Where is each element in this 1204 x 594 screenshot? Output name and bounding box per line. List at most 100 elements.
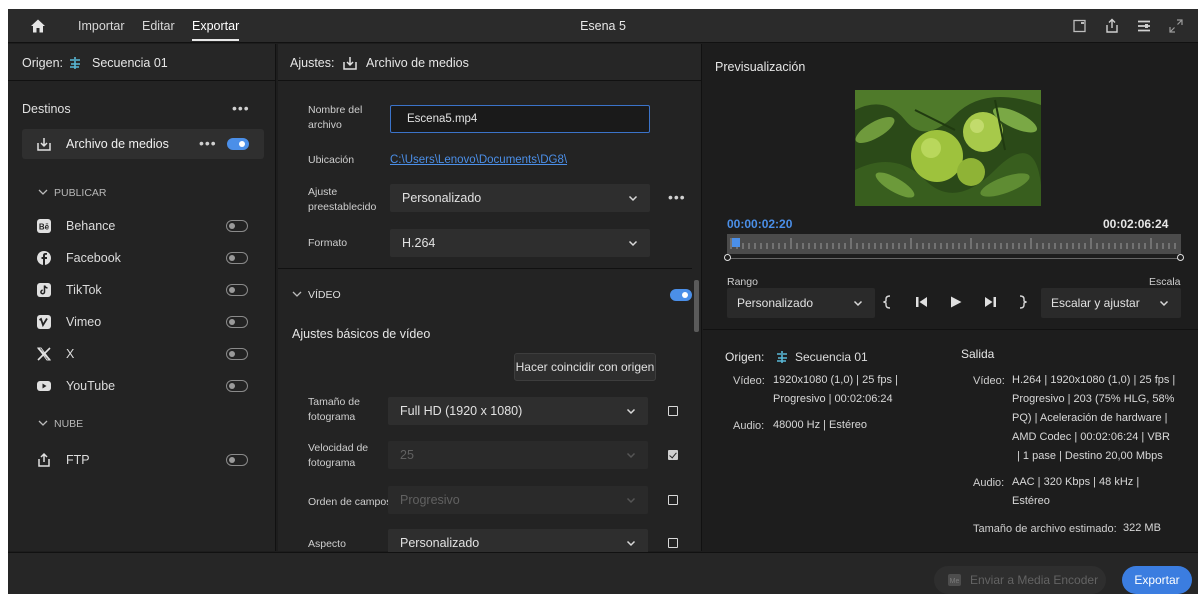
youtube-toggle[interactable] — [226, 380, 248, 392]
tiktok-toggle[interactable] — [226, 284, 248, 296]
media-encoder-button[interactable]: Me Enviar a Media Encoder — [934, 566, 1106, 594]
filename-input[interactable]: Escena5.mp4 — [390, 105, 650, 133]
video-toggle[interactable] — [670, 289, 692, 301]
preview-title: Previsualización — [715, 60, 806, 74]
step-back-icon[interactable] — [915, 295, 929, 309]
settings-scrollbar[interactable] — [694, 280, 699, 332]
nav-edit[interactable]: Editar — [142, 19, 175, 33]
destination-behance[interactable]: Bē Behance — [8, 211, 275, 241]
field-order-label: Orden de campos — [308, 496, 392, 508]
behance-label: Behance — [66, 219, 116, 233]
out-audio-line: AAC | 320 Kbps | 48 kHz | — [1012, 476, 1140, 488]
chevron-down-icon[interactable] — [292, 290, 302, 298]
x-toggle[interactable] — [226, 348, 248, 360]
publish-section-label[interactable]: PUBLICAR — [54, 187, 107, 199]
destination-tiktok[interactable]: TikTok — [8, 275, 275, 305]
media-file-toggle[interactable] — [227, 138, 249, 150]
preset-more-button[interactable]: ••• — [668, 189, 686, 205]
origin-label: Origen: — [22, 56, 63, 70]
x-label: X — [66, 347, 75, 361]
timecode-out: 00:02:06:24 — [1103, 217, 1169, 231]
mark-out-icon[interactable] — [1017, 294, 1027, 310]
format-label: Formato — [308, 237, 348, 249]
chevron-down-icon[interactable] — [38, 419, 48, 427]
frame-size-select[interactable]: Full HD (1920 x 1080) — [388, 397, 648, 425]
video-section-label[interactable]: VÍDEO — [308, 289, 341, 301]
aspect-checkbox[interactable] — [668, 538, 678, 548]
format-select[interactable]: H.264 — [390, 229, 650, 257]
home-icon[interactable] — [30, 18, 46, 34]
bottom-bar: Me Enviar a Media Encoder Exportar — [8, 552, 1198, 594]
destination-facebook[interactable]: Facebook — [8, 243, 275, 273]
chevron-down-icon — [626, 452, 636, 459]
destination-youtube[interactable]: YouTube — [8, 371, 275, 401]
media-file-destination[interactable]: Archivo de medios ••• — [22, 129, 264, 159]
scale-select[interactable]: Escalar y ajustar — [1041, 288, 1181, 318]
destination-vimeo[interactable]: Vimeo — [8, 307, 275, 337]
svg-text:Me: Me — [950, 578, 960, 585]
quick-export-icon[interactable] — [1072, 18, 1088, 34]
chevron-down-icon[interactable] — [38, 188, 48, 196]
chevron-down-icon — [1159, 300, 1169, 307]
cloud-section-label[interactable]: NUBE — [54, 418, 83, 430]
vimeo-label: Vimeo — [66, 315, 102, 329]
destinations-more-button[interactable]: ••• — [232, 100, 250, 116]
timeline-scrubber[interactable] — [727, 234, 1181, 254]
preset-label: Ajuste preestablecido — [308, 186, 377, 213]
mark-in-icon[interactable] — [883, 294, 893, 310]
facebook-toggle[interactable] — [226, 252, 248, 264]
nav-import[interactable]: Importar — [78, 19, 125, 33]
vimeo-toggle[interactable] — [226, 316, 248, 328]
media-file-label: Archivo de medios — [66, 137, 169, 151]
aspect-label: Aspecto — [308, 538, 346, 550]
range-in-handle[interactable] — [724, 254, 731, 261]
range-out-handle[interactable] — [1177, 254, 1184, 261]
chevron-down-icon — [628, 195, 638, 202]
range-select[interactable]: Personalizado — [727, 288, 875, 318]
tiktok-label: TikTok — [66, 283, 102, 297]
youtube-label: YouTube — [66, 379, 116, 393]
scale-label: Escala — [1149, 276, 1181, 288]
chevron-down-icon — [626, 540, 636, 547]
frame-rate-checkbox[interactable] — [668, 450, 678, 460]
out-video-line: PQ) | Aceleración de hardware | — [1012, 412, 1168, 424]
preview-panel: Previsualización 00:00:02:20 00:02:06:24 — [703, 44, 1198, 551]
destination-ftp[interactable]: FTP — [8, 445, 275, 475]
frame-size-checkbox[interactable] — [668, 406, 678, 416]
filename-label: Nombre del archivo — [308, 104, 363, 131]
nav-export[interactable]: Exportar — [192, 19, 240, 41]
source-label: Origen: — [725, 350, 765, 364]
range-value: Personalizado — [737, 296, 814, 310]
match-source-button[interactable]: Hacer coincidir con origen — [514, 353, 656, 381]
facebook-label: Facebook — [66, 251, 121, 265]
field-order-select[interactable]: Progresivo — [388, 486, 648, 514]
src-video-label: Vídeo: — [733, 375, 765, 387]
ftp-label: FTP — [66, 453, 90, 467]
play-icon[interactable] — [949, 295, 963, 309]
output-label: Salida — [961, 347, 995, 361]
step-forward-icon[interactable] — [983, 295, 997, 309]
field-order-checkbox[interactable] — [668, 495, 678, 505]
ftp-toggle[interactable] — [226, 454, 248, 466]
chevron-down-icon — [628, 240, 638, 247]
out-video-label: Vídeo: — [973, 375, 1005, 387]
destination-x[interactable]: X — [8, 339, 275, 369]
frame-rate-select[interactable]: 25 — [388, 441, 648, 469]
share-icon[interactable] — [1104, 18, 1120, 34]
behance-toggle[interactable] — [226, 220, 248, 232]
frame-rate-value: 25 — [400, 448, 414, 462]
sequence-icon — [777, 351, 787, 363]
upload-icon — [38, 452, 50, 467]
timeline-ticks — [730, 238, 1176, 249]
workspace-menu-icon[interactable] — [1136, 18, 1152, 34]
location-link[interactable]: C:\Users\Lenovo\Documents\DG8\ — [390, 154, 567, 166]
svg-text:Bē: Bē — [39, 223, 50, 232]
fullscreen-icon[interactable] — [1168, 18, 1184, 34]
basic-video-title: Ajustes básicos de vídeo — [292, 327, 431, 341]
top-bar: Importar Editar Exportar Esena 5 — [8, 9, 1198, 43]
media-encoder-label: Enviar a Media Encoder — [970, 573, 1099, 587]
export-button[interactable]: Exportar — [1122, 566, 1192, 594]
media-file-more-button[interactable]: ••• — [199, 135, 217, 151]
range-bar — [727, 258, 1181, 259]
preset-select[interactable]: Personalizado — [390, 184, 650, 212]
